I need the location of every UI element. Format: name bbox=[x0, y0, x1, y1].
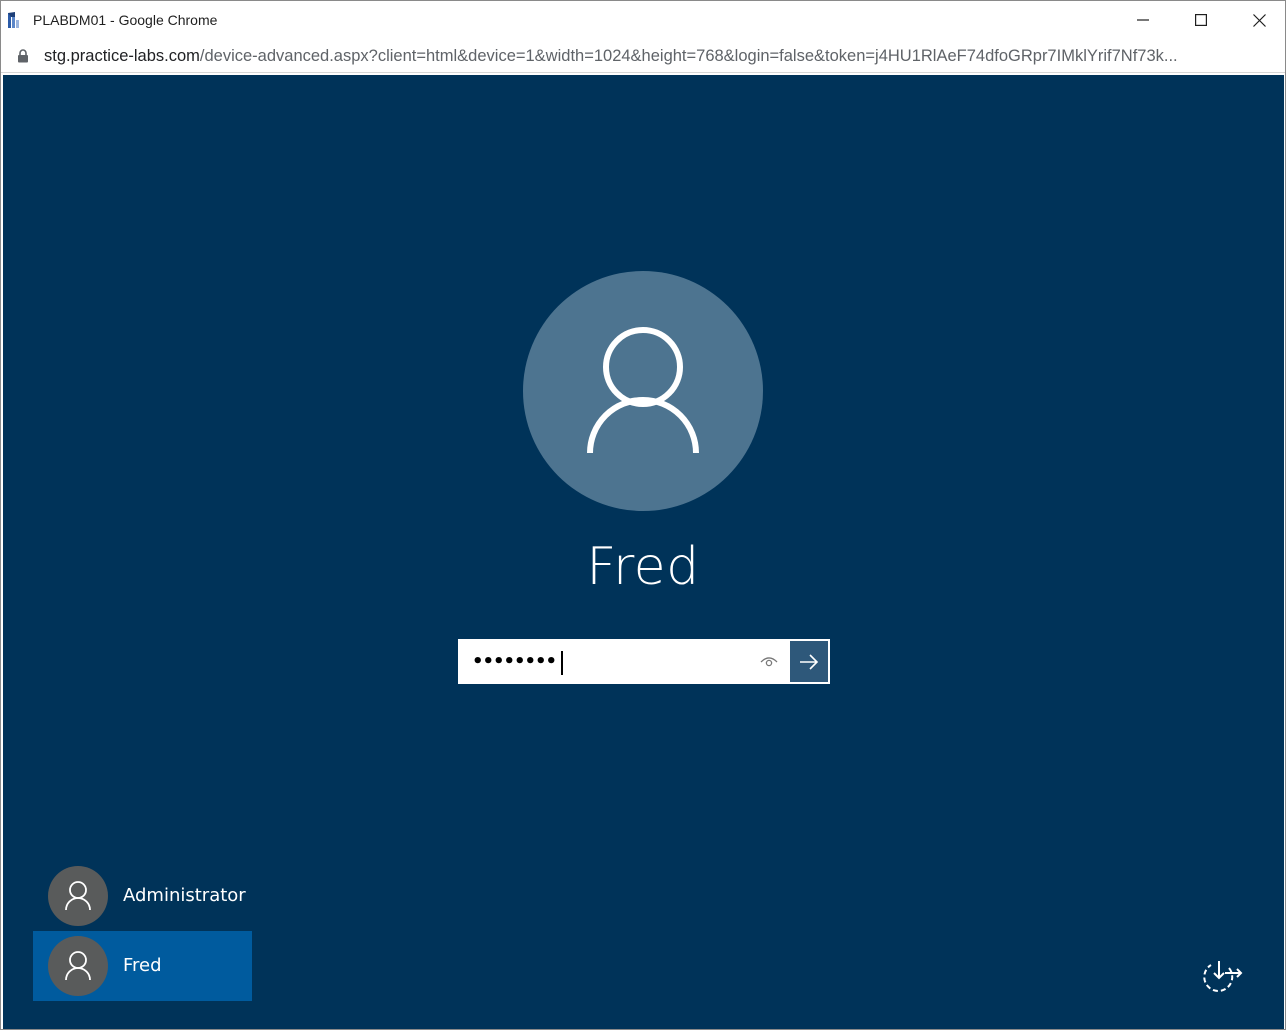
windows-login-screen: Fred •••••••• Administrator Fred bbox=[3, 75, 1284, 1029]
user-tile-fred[interactable]: Fred bbox=[33, 931, 252, 1001]
window-title: PLABDM01 - Google Chrome bbox=[33, 12, 218, 28]
submit-button[interactable] bbox=[788, 639, 830, 684]
user-tile-label: Fred bbox=[123, 955, 162, 976]
url-path: /device-advanced.aspx?client=html&device… bbox=[199, 47, 1178, 65]
minimize-icon bbox=[1137, 19, 1149, 21]
user-icon bbox=[65, 881, 91, 911]
user-icon bbox=[587, 327, 699, 454]
current-username: Fred bbox=[586, 537, 700, 597]
close-icon bbox=[1252, 13, 1266, 27]
user-avatar-small bbox=[48, 866, 108, 926]
practice-labs-logo-icon bbox=[7, 11, 23, 29]
user-tile-administrator[interactable]: Administrator bbox=[33, 861, 252, 931]
maximize-icon bbox=[1195, 14, 1207, 26]
lock-icon[interactable] bbox=[17, 49, 29, 63]
address-bar[interactable]: stg.practice-labs.com/device-advanced.as… bbox=[1, 39, 1285, 73]
browser-window: PLABDM01 - Google Chrome stg.practice-la… bbox=[0, 0, 1286, 1030]
eye-icon[interactable] bbox=[760, 655, 778, 669]
maximize-button[interactable] bbox=[1172, 1, 1230, 39]
user-tile-label: Administrator bbox=[123, 885, 246, 906]
user-avatar-small bbox=[48, 936, 108, 996]
url-text[interactable]: stg.practice-labs.com/device-advanced.as… bbox=[44, 47, 1178, 66]
url-host: stg.practice-labs.com bbox=[44, 47, 200, 65]
user-icon bbox=[65, 951, 91, 981]
user-avatar-large bbox=[523, 271, 763, 511]
close-button[interactable] bbox=[1230, 1, 1285, 39]
text-caret bbox=[561, 651, 563, 675]
ease-of-access-power-icon[interactable] bbox=[1199, 957, 1245, 997]
password-field[interactable]: •••••••• bbox=[458, 639, 830, 684]
title-bar[interactable]: PLABDM01 - Google Chrome bbox=[1, 1, 1285, 39]
arrow-right-icon bbox=[800, 653, 819, 670]
minimize-button[interactable] bbox=[1114, 1, 1172, 39]
password-value[interactable]: •••••••• bbox=[472, 648, 557, 676]
